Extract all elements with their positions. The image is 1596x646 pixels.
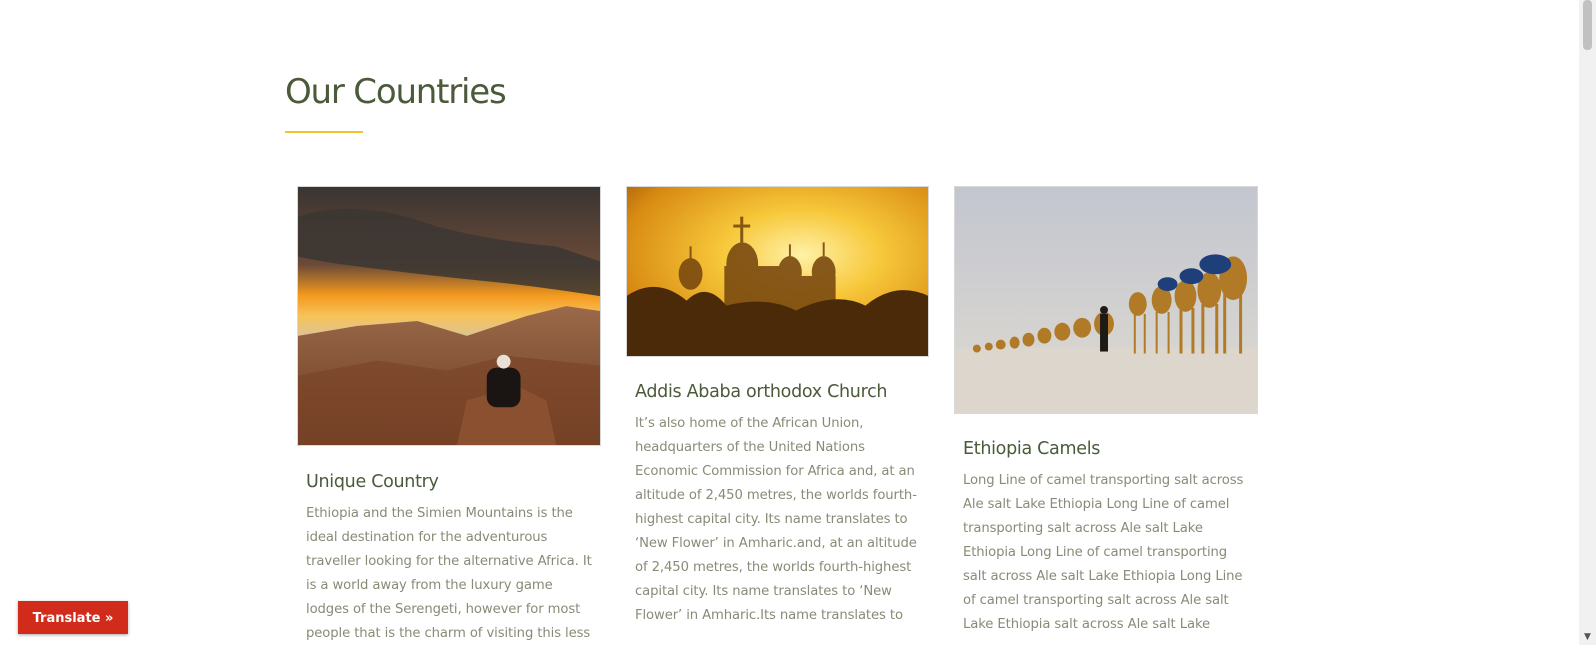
- card-description: Long Line of camel transporting salt acr…: [963, 473, 1244, 632]
- country-card-unique-country: Unique Country Ethiopia and the Simien M…: [297, 186, 601, 646]
- section-title: Our Countries: [285, 72, 507, 112]
- country-card-ethiopia-camels: Ethiopia Camels Long Line of camel trans…: [954, 186, 1258, 646]
- mountain-sunset-image[interactable]: [297, 186, 601, 446]
- country-card-addis-ababa-church: Addis Ababa orthodox Church It’s also ho…: [626, 186, 929, 646]
- card-title[interactable]: Ethiopia Camels: [963, 437, 1100, 461]
- scroll-down-arrow-icon[interactable]: ▼: [1582, 633, 1593, 642]
- translate-button[interactable]: Translate »: [18, 601, 128, 634]
- scrollbar-thumb[interactable]: [1583, 0, 1592, 50]
- card-description: It’s also home of the African Union, hea…: [635, 416, 917, 623]
- card-title[interactable]: Addis Ababa orthodox Church: [635, 380, 888, 404]
- camel-caravan-image[interactable]: [954, 186, 1258, 414]
- card-description: Ethiopia and the Simien Mountains is the…: [306, 506, 592, 641]
- page-scrollbar[interactable]: ▼: [1579, 0, 1596, 645]
- title-underline: [285, 131, 363, 133]
- card-title[interactable]: Unique Country: [306, 470, 439, 494]
- church-silhouette-image[interactable]: [626, 186, 929, 357]
